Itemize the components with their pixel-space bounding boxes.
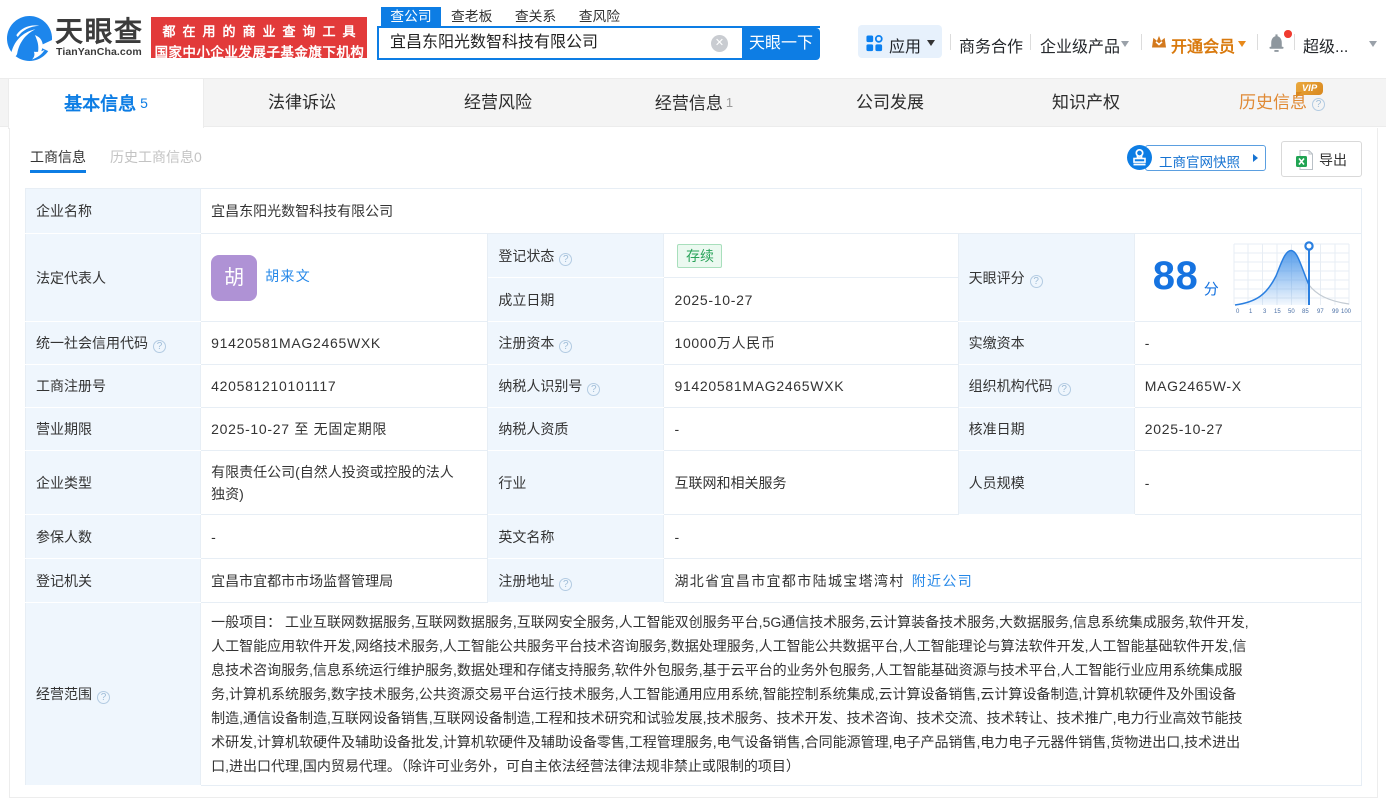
svg-text:97: 97 bbox=[1317, 309, 1324, 314]
svg-text:50: 50 bbox=[1288, 309, 1295, 314]
svg-text:0: 0 bbox=[1236, 309, 1240, 314]
svg-text:100: 100 bbox=[1341, 309, 1352, 314]
svg-text:85: 85 bbox=[1302, 309, 1309, 314]
svg-text:3: 3 bbox=[1263, 309, 1267, 314]
svg-text:1: 1 bbox=[1249, 309, 1253, 314]
svg-text:15: 15 bbox=[1274, 309, 1281, 314]
svg-text:99: 99 bbox=[1332, 309, 1339, 314]
